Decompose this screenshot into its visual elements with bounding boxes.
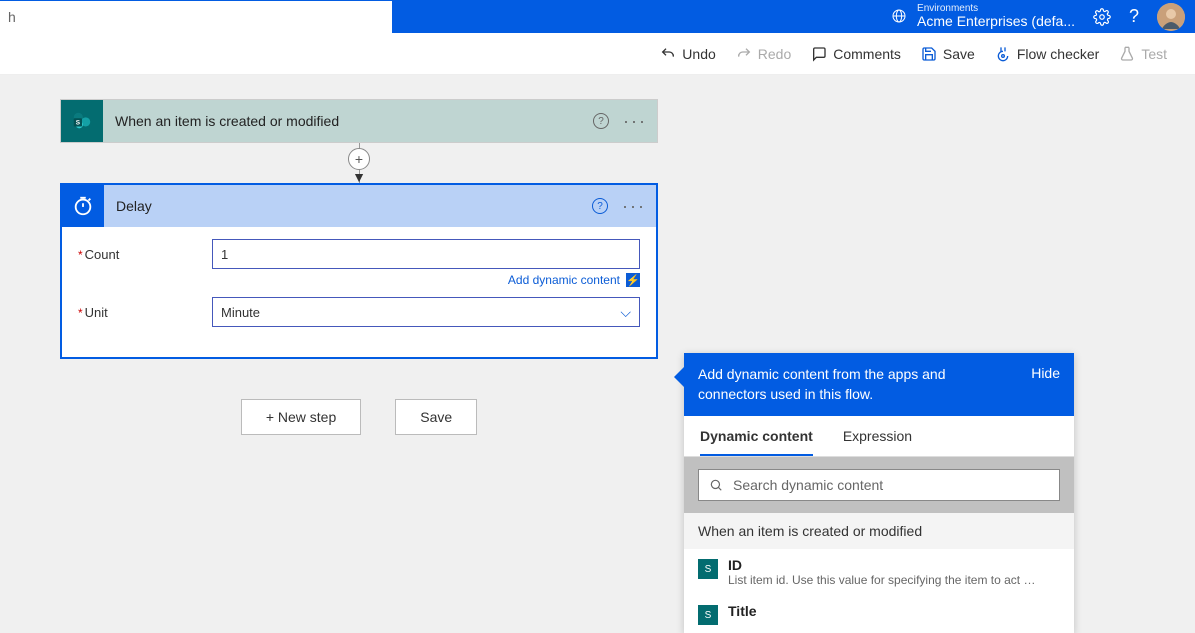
flyout-hide-button[interactable]: Hide xyxy=(1031,365,1060,381)
flyout-search-input[interactable]: Search dynamic content xyxy=(698,469,1060,501)
sharepoint-icon: S xyxy=(61,100,103,142)
search-icon xyxy=(709,478,723,492)
comments-button[interactable]: Comments xyxy=(811,46,901,62)
count-input[interactable]: 1 xyxy=(212,239,640,269)
test-button: Test xyxy=(1119,46,1167,62)
undo-icon xyxy=(660,46,676,62)
undo-button[interactable]: Undo xyxy=(660,46,715,62)
save-flow-button[interactable]: Save xyxy=(395,399,477,435)
search-text: h xyxy=(8,9,16,25)
svg-text:S: S xyxy=(76,120,81,127)
flyout-header-text: Add dynamic content from the apps and co… xyxy=(698,365,998,404)
environment-label: Environments xyxy=(917,3,1075,14)
action-title: Delay xyxy=(104,198,592,214)
new-step-button[interactable]: + New step xyxy=(241,399,361,435)
dynamic-content-item[interactable]: S ID List item id. Use this value for sp… xyxy=(684,549,1074,595)
redo-icon xyxy=(736,46,752,62)
trigger-title: When an item is created or modified xyxy=(103,113,593,129)
action-header[interactable]: Delay ? ··· xyxy=(62,185,656,227)
dynamic-content-item[interactable]: S Title xyxy=(684,595,1074,633)
global-search-input[interactable]: h xyxy=(0,1,392,33)
connector: + ▼ xyxy=(60,143,658,183)
environment-name: Acme Enterprises (defa... xyxy=(917,14,1075,29)
tab-expression[interactable]: Expression xyxy=(843,428,912,456)
save-button[interactable]: Save xyxy=(921,46,975,62)
unit-label: *Unit xyxy=(78,305,212,320)
gear-icon[interactable] xyxy=(1093,8,1111,26)
tab-dynamic-content[interactable]: Dynamic content xyxy=(700,428,813,456)
action-card-delay: Delay ? ··· *Count 1 Add dynamic content… xyxy=(60,183,658,359)
sharepoint-small-icon: S xyxy=(698,605,718,625)
save-icon xyxy=(921,46,937,62)
add-step-between-button[interactable]: + xyxy=(348,148,370,170)
unit-select[interactable]: Minute ⌵ xyxy=(212,297,640,327)
action-help-icon[interactable]: ? xyxy=(592,198,608,214)
arrow-down-icon: ▼ xyxy=(352,169,366,185)
trigger-card[interactable]: S When an item is created or modified ? … xyxy=(60,99,658,143)
environment-icon xyxy=(891,8,907,24)
test-icon xyxy=(1119,46,1135,62)
dynamic-content-icon: ⚡ xyxy=(626,273,640,287)
user-avatar[interactable] xyxy=(1157,3,1185,31)
action-menu-icon[interactable]: ··· xyxy=(622,196,646,217)
add-dynamic-content-link[interactable]: Add dynamic content ⚡ xyxy=(508,273,640,287)
sharepoint-small-icon: S xyxy=(698,559,718,579)
delay-icon xyxy=(62,185,104,227)
trigger-menu-icon[interactable]: ··· xyxy=(623,111,647,132)
trigger-help-icon[interactable]: ? xyxy=(593,113,609,129)
environment-picker[interactable]: Environments Acme Enterprises (defa... xyxy=(891,3,1075,29)
flyout-group-header: When an item is created or modified xyxy=(684,513,1074,549)
count-label: *Count xyxy=(78,247,212,262)
comments-icon xyxy=(811,46,827,62)
flow-checker-icon xyxy=(995,46,1011,62)
flow-checker-button[interactable]: Flow checker xyxy=(995,46,1099,62)
help-icon[interactable]: ? xyxy=(1129,6,1139,27)
redo-button: Redo xyxy=(736,46,791,62)
dynamic-content-flyout: Add dynamic content from the apps and co… xyxy=(684,353,1074,633)
chevron-down-icon: ⌵ xyxy=(620,304,631,321)
